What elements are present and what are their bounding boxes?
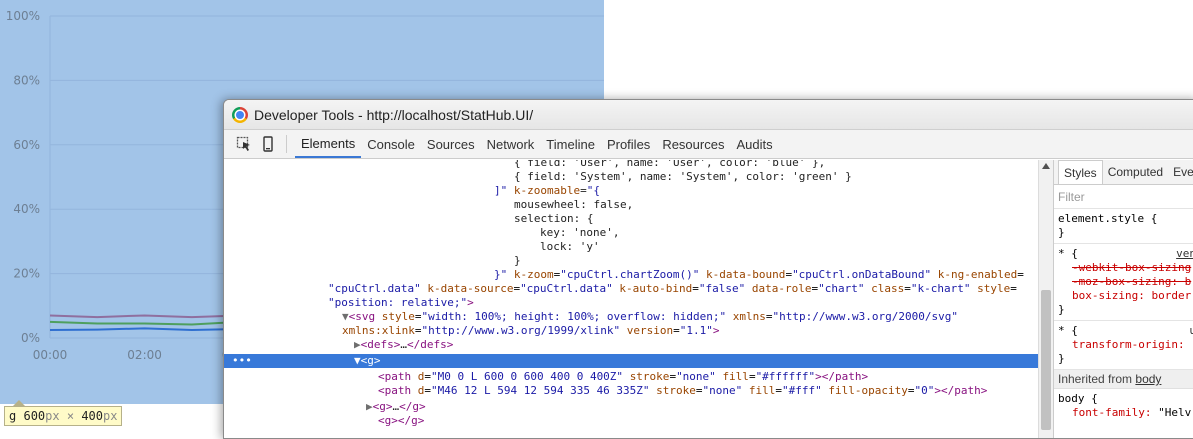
dom-line[interactable]: mousewheel: false, [224, 198, 1038, 212]
tab-sources[interactable]: Sources [421, 130, 481, 158]
badge-unit: px [103, 409, 118, 423]
dom-line[interactable]: <path d="M0 0 L 600 0 600 400 0 400Z" st… [224, 370, 1038, 384]
dom-line[interactable]: ▶<g>…</g> [224, 400, 1038, 414]
rule-element-style[interactable]: element.style { } [1054, 209, 1193, 244]
chrome-logo-icon [232, 106, 248, 123]
rule-close-brace: } [1058, 226, 1065, 239]
rule-selector: body { [1058, 392, 1098, 405]
badge-unit: px [45, 409, 60, 423]
elements-dom-tree[interactable]: { field: 'User', name: 'User', color: 'b… [224, 160, 1038, 438]
property-value: "Helv [1158, 406, 1192, 419]
dom-line[interactable]: <g></g> [224, 414, 1038, 428]
rule-origin: u [1189, 324, 1193, 337]
element-size-badge: g 600px × 400px [4, 406, 123, 426]
window-title: Developer Tools - http://localhost/StatH… [254, 106, 534, 123]
scroll-thumb[interactable] [1041, 290, 1051, 430]
x-tick-label: 02:00 [127, 348, 162, 362]
tab-resources[interactable]: Resources [656, 130, 730, 158]
elements-scrollbar[interactable] [1038, 160, 1053, 438]
tab-timeline[interactable]: Timeline [540, 130, 601, 158]
badge-height: 400 [81, 409, 103, 423]
property-overridden[interactable]: -webkit-box-sizing [1072, 261, 1191, 274]
tab-event-listeners[interactable]: Event [1168, 160, 1193, 184]
dom-line[interactable]: } [224, 254, 1038, 268]
inspect-element-icon[interactable] [232, 130, 256, 158]
dom-line[interactable]: <path d="M46 12 L 594 12 594 335 46 335Z… [224, 384, 1038, 398]
dom-line-defs[interactable]: ▶<defs>…</defs> [224, 338, 1038, 352]
y-tick-label: 40% [13, 202, 40, 216]
y-tick-label: 60% [13, 138, 40, 152]
dom-line[interactable]: { field: 'User', name: 'User', color: 'b… [224, 160, 1038, 170]
scroll-up-arrow-icon[interactable] [1042, 163, 1050, 169]
tab-elements[interactable]: Elements [295, 130, 362, 158]
tab-network[interactable]: Network [481, 130, 541, 158]
y-tick-label: 80% [13, 73, 40, 87]
rule-close-brace: } [1058, 303, 1065, 316]
rule-selector: element.style { [1058, 212, 1158, 225]
property-overridden[interactable]: -moz-box-sizing: b [1072, 275, 1191, 288]
styles-tabbar: Styles Computed Event [1054, 160, 1193, 185]
rule-universal-user[interactable]: * { u transform-origin: } [1054, 321, 1193, 370]
rule-universal-vendor[interactable]: * { ven -webkit-box-sizing -moz-box-sizi… [1054, 244, 1193, 321]
rule-body[interactable]: body { font-family: "Helv [1054, 389, 1193, 423]
dom-line[interactable]: key: 'none', [224, 226, 1038, 240]
devtools-window: Developer Tools - http://localhost/StatH… [223, 99, 1193, 439]
badge-times: × [66, 409, 75, 423]
rule-selector: * { [1058, 324, 1078, 337]
devtools-toolbar: Elements Console Sources Network Timelin… [224, 130, 1193, 159]
styles-pane: Styles Computed Event element.style { } … [1053, 160, 1193, 438]
badge-width: 600 [23, 409, 46, 423]
property-box-sizing[interactable]: box-sizing: border [1072, 289, 1191, 302]
dom-line-svg[interactable]: ▼<svg style="width: 100%; height: 100%; … [224, 310, 1038, 324]
styles-filter-input[interactable] [1054, 185, 1193, 209]
dom-line[interactable]: { field: 'System', name: 'System', color… [224, 170, 1038, 184]
dom-line[interactable]: lock: 'y' [224, 240, 1038, 254]
rule-origin-link[interactable]: ven [1176, 247, 1193, 260]
dom-line[interactable]: selection: { [224, 212, 1038, 226]
y-tick-label: 0% [21, 331, 40, 345]
tab-console[interactable]: Console [361, 130, 421, 158]
inherited-from-link[interactable]: body [1135, 372, 1161, 386]
dom-line[interactable]: xmlns:xlink="http://www.w3.org/1999/xlin… [224, 324, 1038, 338]
dom-line[interactable]: ]" k-zoomable="{ [224, 184, 1038, 198]
dom-line-selected-g[interactable]: ••• ▼<g> [224, 354, 1038, 368]
tab-audits[interactable]: Audits [730, 130, 778, 158]
x-tick-label: 00:00 [33, 348, 68, 362]
rule-selector: * { [1058, 247, 1078, 260]
property-transform-origin[interactable]: transform-origin: [1072, 338, 1185, 351]
property-font-family[interactable]: font-family: [1072, 406, 1151, 419]
dom-line[interactable]: "cpuCtrl.data" k-data-source="cpuCtrl.da… [224, 282, 1038, 296]
y-tick-label: 100% [6, 9, 40, 23]
inherited-label: Inherited from [1058, 372, 1133, 386]
more-actions-icon[interactable]: ••• [232, 354, 252, 368]
devtools-titlebar[interactable]: Developer Tools - http://localhost/StatH… [224, 100, 1193, 130]
inherited-header: Inherited from body [1054, 370, 1193, 389]
tab-computed[interactable]: Computed [1103, 160, 1168, 184]
tab-styles[interactable]: Styles [1058, 160, 1103, 184]
dom-line[interactable]: }" k-zoom="cpuCtrl.chartZoom()" k-data-b… [224, 268, 1038, 282]
toolbar-divider [286, 135, 287, 153]
y-tick-label: 20% [13, 267, 40, 281]
tab-profiles[interactable]: Profiles [601, 130, 656, 158]
rule-close-brace: } [1058, 352, 1065, 365]
badge-tag: g [9, 409, 17, 423]
device-mode-icon[interactable] [256, 130, 280, 158]
dom-line[interactable]: "position: relative;"> [224, 296, 1038, 310]
